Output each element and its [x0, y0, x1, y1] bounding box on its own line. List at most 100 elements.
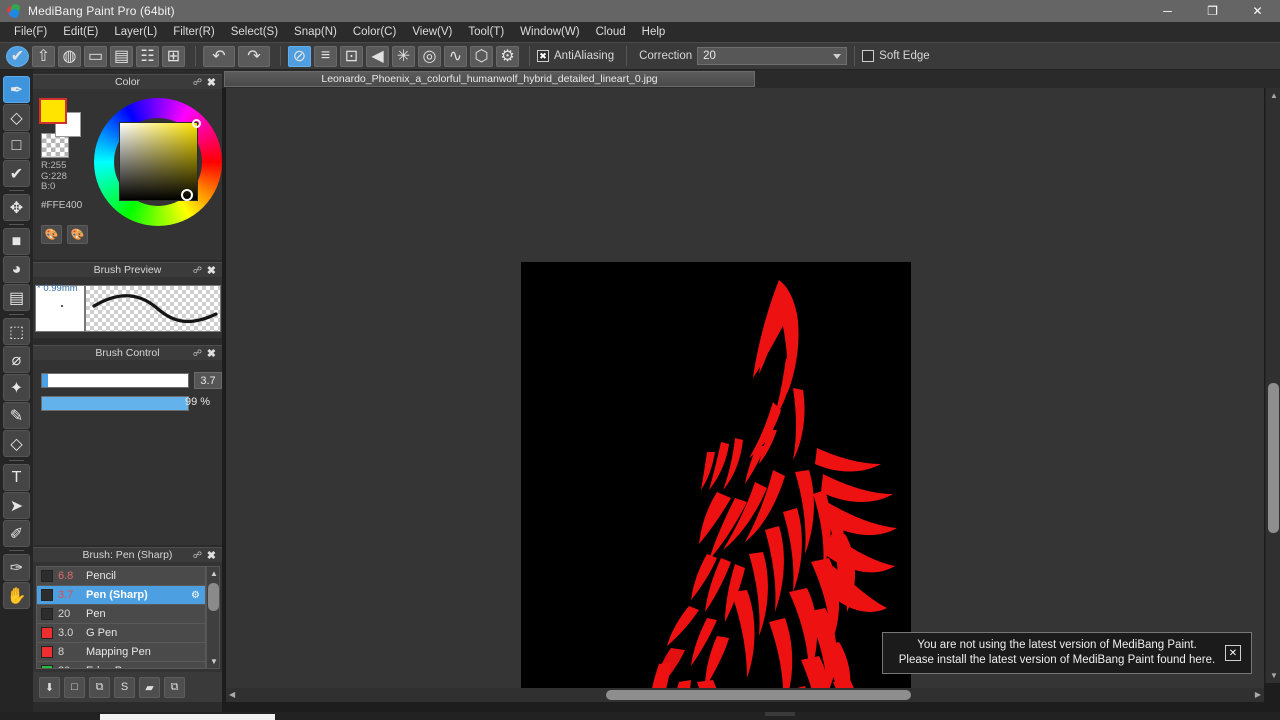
snap-none-icon[interactable]: ⊘: [288, 45, 311, 67]
menu-color[interactable]: Color(C): [345, 24, 404, 40]
tool-select-eraser[interactable]: ◇: [3, 430, 30, 457]
palette-icon[interactable]: 🎨: [41, 225, 62, 244]
snap-parallel-lines-icon[interactable]: ≡: [314, 45, 337, 67]
new-brush-icon[interactable]: □: [64, 676, 85, 698]
tool-move[interactable]: ✥: [3, 194, 30, 221]
minimize-button[interactable]: ─: [1145, 0, 1190, 22]
tool-fill[interactable]: ■: [3, 228, 30, 255]
document-icon[interactable]: ▤: [110, 45, 133, 67]
list-item[interactable]: 20 Pen: [37, 605, 205, 624]
scroll-left-icon[interactable]: ◀: [229, 690, 235, 699]
tool-magic-wand[interactable]: ✦: [3, 374, 30, 401]
document-tab[interactable]: Leonardo_Phoenix_a_colorful_humanwolf_hy…: [224, 71, 755, 87]
list-item[interactable]: 20 Edge Pen: [37, 662, 205, 668]
scroll-down-icon[interactable]: ▼: [1270, 671, 1278, 680]
cloud-check-icon[interactable]: ✔: [6, 45, 29, 67]
share-upload-icon[interactable]: ⇧: [32, 45, 55, 67]
grid-edit-icon[interactable]: ⊞: [162, 45, 185, 67]
brush-size: 20: [58, 608, 71, 620]
vertical-scroll-thumb[interactable]: [1268, 383, 1279, 533]
tool-pen-nib[interactable]: ✑: [3, 554, 30, 581]
brush-list[interactable]: 6.8 Pencil 3.7 Pen (Sharp) ⚙ 20 Pen 3.0 …: [36, 566, 206, 669]
menu-view[interactable]: View(V): [404, 24, 460, 40]
menu-snap[interactable]: Snap(N): [286, 24, 345, 40]
close-icon[interactable]: ✖: [207, 76, 216, 89]
scroll-right-icon[interactable]: ▶: [1255, 690, 1261, 699]
artboard[interactable]: [521, 262, 911, 700]
tool-fill-shape[interactable]: □: [3, 132, 30, 159]
brush-size-slider[interactable]: [41, 373, 189, 388]
menu-edit[interactable]: Edit(E): [55, 24, 106, 40]
close-icon[interactable]: ✖: [207, 264, 216, 277]
close-button[interactable]: ✕: [1235, 0, 1280, 22]
brush-folder-icon[interactable]: ▰: [139, 676, 160, 698]
popout-icon[interactable]: ☍: [193, 77, 202, 88]
brush-script-icon[interactable]: S: [114, 676, 135, 698]
correction-dropdown[interactable]: 20: [697, 47, 848, 65]
scroll-up-icon[interactable]: ▲: [210, 569, 218, 578]
menu-cloud[interactable]: Cloud: [588, 24, 634, 40]
snap-curve-icon[interactable]: ∿: [444, 45, 467, 67]
snap-settings-icon[interactable]: ⚙: [496, 45, 519, 67]
snap-grid-icon[interactable]: ⊡: [340, 45, 363, 67]
tool-eraser[interactable]: ◇: [3, 104, 30, 131]
layer-list-icon[interactable]: ☷: [136, 45, 159, 67]
canvas-viewport[interactable]: [226, 88, 1264, 700]
tool-select-pen[interactable]: ✎: [3, 402, 30, 429]
close-icon[interactable]: ✖: [207, 549, 216, 562]
close-icon[interactable]: ✖: [207, 347, 216, 360]
list-item[interactable]: 3.7 Pen (Sharp) ⚙: [37, 586, 205, 605]
brain-icon[interactable]: ◍: [58, 45, 81, 67]
brush-opacity-slider[interactable]: [41, 396, 189, 411]
popout-icon[interactable]: ☍: [193, 265, 202, 276]
menu-window[interactable]: Window(W): [512, 24, 587, 40]
list-item[interactable]: 6.8 Pencil: [37, 567, 205, 586]
tool-text[interactable]: T: [3, 464, 30, 491]
tool-select-marquee[interactable]: ⬚: [3, 318, 30, 345]
tool-operation[interactable]: ➤: [3, 492, 30, 519]
canvas-vertical-scrollbar[interactable]: ▲ ▼: [1265, 88, 1280, 683]
popout-icon[interactable]: ☍: [193, 550, 202, 561]
menu-file[interactable]: File(F): [6, 24, 55, 40]
tool-hand[interactable]: ✋: [3, 582, 30, 609]
popout-icon[interactable]: ☍: [193, 348, 202, 359]
brush-name: Pen: [86, 608, 106, 620]
restore-button[interactable]: ❐: [1190, 0, 1235, 22]
brush-copy-icon[interactable]: ⧉: [164, 676, 185, 698]
snap-polygon-icon[interactable]: ⬡: [470, 45, 493, 67]
foreground-color-swatch[interactable]: [39, 98, 67, 124]
menu-select[interactable]: Select(S): [223, 24, 286, 40]
duplicate-brush-icon[interactable]: ⧉: [89, 676, 110, 698]
comment-icon[interactable]: ▭: [84, 45, 107, 67]
canvas-horizontal-scrollbar[interactable]: ◀ ▶: [226, 688, 1264, 702]
palette-add-icon[interactable]: 🎨: [67, 225, 88, 244]
scroll-up-icon[interactable]: ▲: [1270, 91, 1278, 100]
scroll-down-icon[interactable]: ▼: [210, 657, 218, 666]
tool-dotted-line[interactable]: ✔: [3, 160, 30, 187]
snap-vanishing-point-icon[interactable]: ◀: [366, 45, 389, 67]
tool-select-lasso[interactable]: ⌀: [3, 346, 30, 373]
notification-close-button[interactable]: ✕: [1225, 645, 1241, 661]
menu-help[interactable]: Help: [634, 24, 674, 40]
tool-bucket[interactable]: ◕: [3, 256, 30, 283]
menu-filter[interactable]: Filter(R): [165, 24, 223, 40]
soft-edge-checkbox[interactable]: [862, 50, 875, 62]
snap-concentric-circle-icon[interactable]: ◎: [418, 45, 441, 67]
brush-list-scrollbar[interactable]: ▲ ▼: [206, 566, 220, 669]
menu-layer[interactable]: Layer(L): [106, 24, 165, 40]
snap-radial-icon[interactable]: ✳: [392, 45, 415, 67]
brush-download-icon[interactable]: ⬇: [39, 676, 60, 698]
brush-list-scroll-thumb[interactable]: [208, 583, 219, 611]
redo-icon[interactable]: ↷: [238, 45, 270, 67]
horizontal-scroll-thumb[interactable]: [606, 690, 911, 700]
list-item[interactable]: 8 Mapping Pen: [37, 643, 205, 662]
undo-icon[interactable]: ↶: [203, 45, 235, 67]
brush-size-value[interactable]: 3.7: [194, 372, 222, 389]
tool-eyedropper[interactable]: ✐: [3, 520, 30, 547]
menu-tool[interactable]: Tool(T): [460, 24, 512, 40]
tool-brush[interactable]: ✒: [3, 76, 30, 103]
list-item[interactable]: 3.0 G Pen: [37, 624, 205, 643]
tool-gradient[interactable]: ▤: [3, 284, 30, 311]
antialiasing-checkbox[interactable]: ✖: [537, 50, 549, 62]
gear-icon[interactable]: ⚙: [191, 590, 200, 601]
